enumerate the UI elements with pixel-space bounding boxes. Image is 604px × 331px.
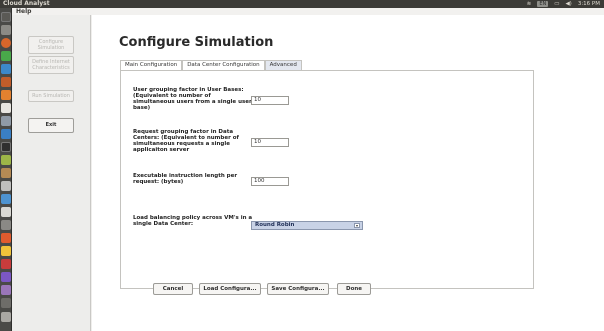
printer-icon[interactable] <box>1 233 11 243</box>
run-simulation-button[interactable]: Run Simulation <box>28 90 74 102</box>
volume-icon[interactable]: ◀) <box>565 0 571 8</box>
disk-icon[interactable] <box>1 181 11 191</box>
system-tray: ≋ EN ▭ ◀) 3:16 PM <box>527 0 600 8</box>
load-balancing-label: Load balancing policy across VM's in a s… <box>133 215 253 227</box>
tools-icon[interactable] <box>1 220 11 230</box>
instruction-length-input[interactable]: 100 <box>251 177 289 186</box>
settings-icon[interactable] <box>1 116 11 126</box>
tab-advanced[interactable]: Advanced <box>264 60 302 70</box>
page-title: Configure Simulation <box>119 35 274 50</box>
package-icon[interactable] <box>1 168 11 178</box>
keyboard-layout-indicator[interactable]: EN <box>537 1 549 7</box>
save-configuration-button[interactable]: Save Configura... <box>267 283 329 295</box>
user-grouping-label: User grouping factor in User Bases: (Equ… <box>133 87 252 111</box>
tab-data-center-configuration[interactable]: Data Center Configuration <box>182 60 265 70</box>
configure-simulation-button[interactable]: Configure Simulation <box>28 36 74 54</box>
battery-icon[interactable]: ▭ <box>554 0 559 8</box>
user-grouping-input[interactable]: 10 <box>251 96 289 105</box>
advanced-panel: User grouping factor in User Bases: (Equ… <box>120 70 534 289</box>
app-title: Cloud Analyst <box>3 0 50 7</box>
tab-main-configuration[interactable]: Main Configuration <box>120 60 183 70</box>
text-editor-icon[interactable] <box>1 103 11 113</box>
instruction-length-label: Executable instruction length per reques… <box>133 173 238 185</box>
monitor-icon[interactable] <box>1 298 11 308</box>
files-icon[interactable] <box>1 25 11 35</box>
request-grouping-label: Request grouping factor in Data Centers:… <box>133 129 239 153</box>
request-grouping-input[interactable]: 10 <box>251 138 289 147</box>
action-buttons: Cancel Load Configura... Save Configura.… <box>153 283 371 295</box>
app-icon[interactable] <box>1 272 11 282</box>
wifi-icon[interactable]: ≋ <box>527 0 532 8</box>
load-configuration-button[interactable]: Load Configura... <box>199 283 261 295</box>
chart-icon[interactable] <box>1 259 11 269</box>
load-balancing-select[interactable]: Round Robin ▾ <box>251 221 363 230</box>
menu-help[interactable]: Help <box>16 8 31 15</box>
system-top-bar: Cloud Analyst ≋ EN ▭ ◀) 3:16 PM <box>0 0 604 8</box>
ubuntu-dash-icon[interactable] <box>1 12 11 22</box>
app-window: Configure Simulation Define Internet Cha… <box>12 15 604 331</box>
launcher <box>0 8 12 331</box>
tab-bar: Main Configuration Data Center Configura… <box>120 60 302 70</box>
main-content: Configure Simulation Main Configuration … <box>92 15 604 331</box>
clock[interactable]: 3:16 PM <box>578 0 600 8</box>
trash-icon[interactable] <box>1 312 11 322</box>
firefox-icon[interactable] <box>1 38 11 48</box>
load-balancing-value: Round Robin <box>255 222 295 228</box>
document-icon[interactable] <box>1 64 11 74</box>
exit-button[interactable]: Exit <box>28 118 74 133</box>
chevron-down-icon[interactable]: ▾ <box>354 223 360 228</box>
terminal-icon[interactable] <box>1 142 11 152</box>
define-internet-characteristics-button[interactable]: Define Internet Characteristics <box>28 56 74 74</box>
cancel-button[interactable]: Cancel <box>153 283 193 295</box>
software-center-icon[interactable] <box>1 90 11 100</box>
java-app-icon[interactable] <box>1 129 11 139</box>
presentation-icon[interactable] <box>1 77 11 87</box>
menu-bar: Help <box>0 8 604 15</box>
done-button[interactable]: Done <box>337 283 371 295</box>
window-icon[interactable] <box>1 194 11 204</box>
workspace-icon[interactable] <box>1 207 11 217</box>
spreadsheet-icon[interactable] <box>1 51 11 61</box>
navigation-panel: Configure Simulation Define Internet Cha… <box>12 15 91 331</box>
image-viewer-icon[interactable] <box>1 155 11 165</box>
photos-icon[interactable] <box>1 285 11 295</box>
notes-icon[interactable] <box>1 246 11 256</box>
